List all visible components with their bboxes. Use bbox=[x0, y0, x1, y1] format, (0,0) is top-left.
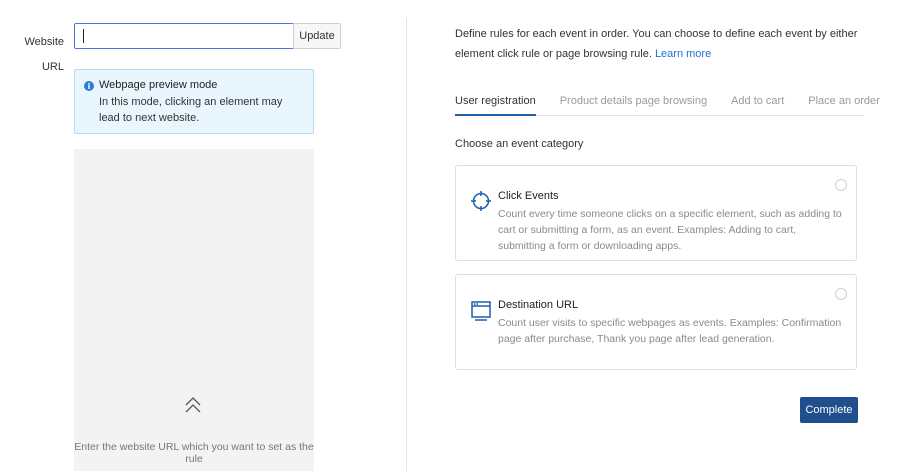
instructions-text: Define rules for each event in order. Yo… bbox=[455, 24, 865, 64]
tab-product-details-page-browsing[interactable]: Product details page browsing bbox=[560, 92, 707, 116]
click-events-description: Count every time someone clicks on a spe… bbox=[498, 208, 842, 252]
destination-url-card[interactable]: Destination URL Count user visits to spe… bbox=[455, 274, 857, 370]
tab-place-an-order[interactable]: Place an order bbox=[808, 92, 880, 116]
website-url-label: Website URL bbox=[24, 36, 64, 73]
preview-mode-notice: i Webpage preview mode In this mode, cli… bbox=[74, 69, 314, 134]
destination-url-description: Count user visits to specific webpages a… bbox=[498, 317, 842, 345]
double-chevron-up-icon bbox=[185, 397, 201, 413]
click-events-title: Click Events bbox=[498, 190, 559, 202]
tab-user-registration[interactable]: User registration bbox=[455, 92, 536, 116]
click-events-radio[interactable] bbox=[835, 179, 847, 191]
complete-button[interactable]: Complete bbox=[800, 397, 858, 423]
website-url-input[interactable] bbox=[74, 23, 294, 49]
tab-add-to-cart[interactable]: Add to cart bbox=[731, 92, 784, 116]
update-button[interactable]: Update bbox=[293, 23, 341, 49]
event-tabs: User registration Product details page b… bbox=[455, 92, 880, 116]
preview-hint: Enter the website URL which you want to … bbox=[74, 441, 314, 465]
browser-window-icon bbox=[471, 301, 491, 321]
text-caret bbox=[83, 29, 84, 43]
destination-url-title: Destination URL bbox=[498, 299, 579, 311]
event-category-label: Choose an event category bbox=[455, 138, 584, 150]
pane-divider bbox=[406, 18, 407, 471]
notice-title: Webpage preview mode bbox=[99, 79, 218, 91]
webpage-preview-area: Enter the website URL which you want to … bbox=[74, 149, 314, 471]
learn-more-link[interactable]: Learn more bbox=[655, 48, 711, 60]
crosshair-icon bbox=[471, 191, 491, 211]
click-events-card[interactable]: Click Events Count every time someone cl… bbox=[455, 165, 857, 261]
notice-body: In this mode, clicking an element may le… bbox=[99, 96, 283, 124]
info-icon: i bbox=[84, 81, 94, 91]
destination-url-radio[interactable] bbox=[835, 288, 847, 300]
